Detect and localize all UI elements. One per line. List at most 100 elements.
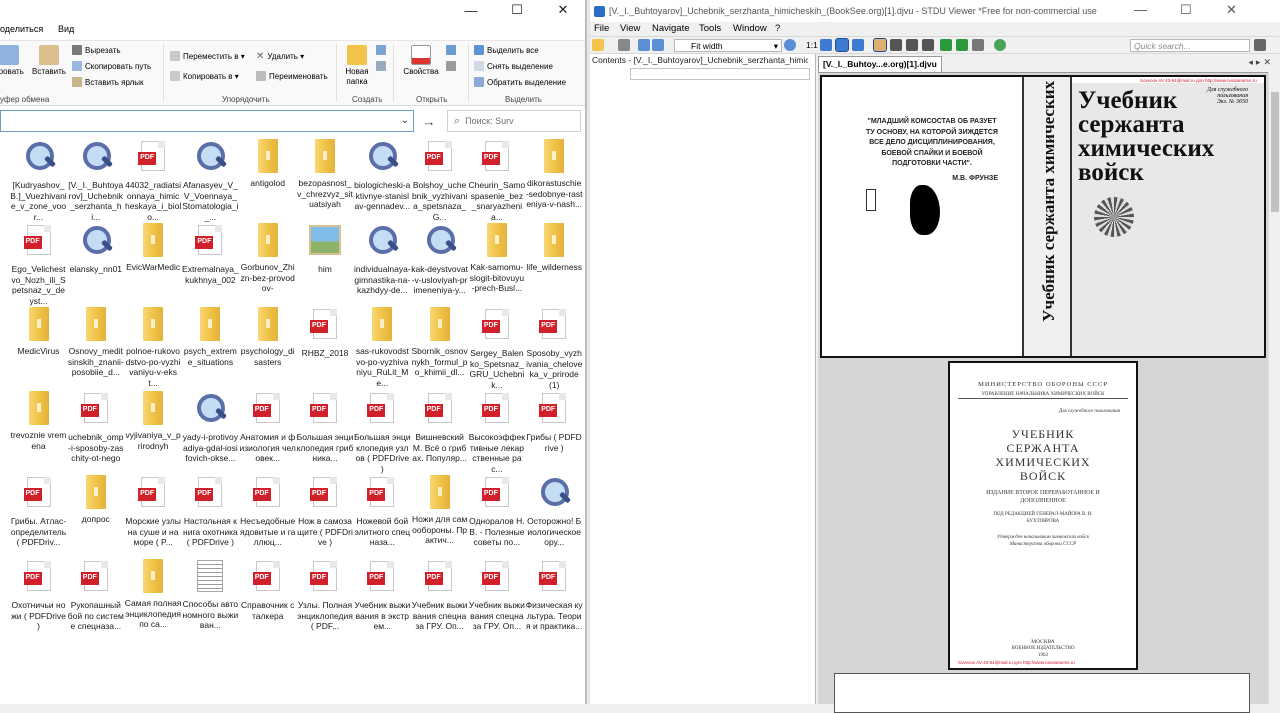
file-item[interactable]: biologicheski-aktivnye-stanislav-gennade… [354, 138, 411, 212]
file-item[interactable]: PDF Несъедобные ядовитые и галлюц... [239, 474, 296, 548]
file-item[interactable]: dikorastuschie-sedobnye-rasteniya-v-nash… [526, 138, 583, 210]
file-item[interactable]: Gorbunov_Zhizn-bez-provodov- [239, 222, 296, 294]
file-item[interactable]: PDF Рукопашный бой по системе спецназа... [67, 558, 124, 632]
page-next-icon[interactable] [652, 39, 664, 51]
tab-scroll-left-icon[interactable]: ◂ [1248, 57, 1256, 67]
copy-to-button[interactable]: Копировать в ▾ [170, 71, 239, 81]
menu-window[interactable]: Window [733, 23, 767, 34]
find-next-icon[interactable] [1254, 39, 1266, 51]
new-item-button[interactable] [376, 45, 386, 55]
file-item[interactable]: Ножи для самообороны. Практич... [411, 474, 468, 546]
cut-button[interactable]: Вырезать [72, 45, 121, 55]
file-item[interactable]: MedicVirus [10, 306, 67, 357]
hand-tool-icon[interactable] [873, 38, 887, 52]
maximize-button[interactable]: ☐ [1180, 2, 1192, 18]
open-button[interactable] [446, 45, 456, 55]
menu-navigate[interactable]: Navigate [652, 23, 690, 34]
file-item[interactable]: PDF Физическая культура. Теория и практик… [526, 558, 583, 632]
minimize-button[interactable]: — [448, 0, 494, 20]
file-item[interactable]: PDF Cheurin_Samospasenie_bez_snaryazhenia… [468, 138, 525, 222]
invert-selection-button[interactable]: Обратить выделение [474, 77, 566, 87]
select-none-button[interactable]: Снять выделение [474, 61, 553, 71]
search-input[interactable]: Поиск: Surv [465, 116, 513, 126]
file-item[interactable]: Способы автономного выживан... [182, 558, 239, 631]
file-item[interactable]: life_wilderness [526, 222, 583, 273]
file-item[interactable]: PDF uchebnik_omp-i-sposoby-zaschity-ot-ne… [67, 390, 124, 464]
paste-shortcut-button[interactable]: Вставить ярлык [72, 77, 144, 87]
file-item[interactable]: trevoznie vremena [10, 390, 67, 451]
search-box[interactable]: ⌕ Поиск: Surv [447, 110, 581, 132]
close-button[interactable]: ✕ [540, 0, 585, 20]
file-item[interactable]: PDF Грибы. Атлас-определитель ( PDFDriv..… [10, 474, 67, 548]
menu-tools[interactable]: Tools [699, 23, 721, 34]
tab-view[interactable]: Вид [58, 24, 74, 34]
fit-width-icon[interactable] [835, 38, 849, 52]
file-item[interactable]: PDF Sposoby_vyzhivania_cheloveka_v_prirod… [526, 306, 583, 390]
zoom-in-icon[interactable] [784, 39, 796, 51]
file-item[interactable]: Afanasyev_V_V_Voennaya_Stomatologia_i_..… [182, 138, 239, 222]
file-item[interactable]: elansky_nn01 [67, 222, 124, 275]
file-item[interactable]: antigolod [239, 138, 296, 189]
select-text-icon[interactable] [890, 39, 902, 51]
file-item[interactable]: him [297, 222, 354, 275]
file-item[interactable]: PDF Морские узлы на суше и на море ( P... [125, 474, 182, 548]
file-item[interactable]: PDF Bolshoy_uchebnik_vyzhivania_spetsnaza… [411, 138, 468, 222]
maximize-button[interactable]: ☐ [494, 0, 540, 20]
easy-access-button[interactable] [376, 61, 386, 71]
file-item[interactable]: допрос [67, 474, 124, 525]
file-item[interactable]: vyjivaniya_v_prirodnyh [125, 390, 182, 451]
back-icon[interactable] [940, 39, 952, 51]
file-item[interactable]: PDF Грибы ( PDFDrive ) [526, 390, 583, 453]
snapshot-icon[interactable] [922, 39, 934, 51]
file-item[interactable]: PDF Справочник сталкера [239, 558, 296, 621]
contents-search-field[interactable] [630, 68, 810, 80]
quick-search-input[interactable]: Quick search... [1130, 39, 1250, 52]
scrollbar-thumb[interactable] [1271, 92, 1279, 212]
move-to-button[interactable]: Переместить в ▾ [170, 51, 245, 61]
file-item[interactable]: psychology_disasters [239, 306, 296, 367]
edit-button[interactable] [446, 61, 456, 71]
file-item[interactable]: PDF Узлы. Полная энциклопедия ( PDF... [297, 558, 354, 632]
chevron-down-icon[interactable]: ⌄ [401, 115, 409, 126]
menu-file[interactable]: File [594, 23, 609, 34]
forward-icon[interactable] [956, 39, 968, 51]
file-item[interactable]: kak-deystvovat-v-usloviyah-primeneniya-y… [411, 222, 468, 296]
fit-page-icon[interactable] [820, 39, 832, 51]
globe-icon[interactable] [994, 39, 1006, 51]
select-all-button[interactable]: Выделить все [474, 45, 539, 55]
file-item[interactable]: PDF Ножевой бой элитного спецназа... [354, 474, 411, 548]
vertical-scrollbar[interactable] [1268, 72, 1280, 704]
file-item[interactable]: PDF Учебник выживания спецназа ГРУ. Оп... [468, 558, 525, 632]
minimize-button[interactable]: — [1134, 2, 1147, 17]
menu-help[interactable]: ? [775, 23, 780, 34]
menu-view[interactable]: View [620, 23, 640, 34]
file-item[interactable]: PDF Extremalnaya_kukhnya_002 [182, 222, 239, 285]
file-item[interactable]: Самая полная энциклопедия по са... [125, 558, 182, 630]
file-item[interactable]: EvicWarMedic [125, 222, 182, 273]
zoom-mode-select[interactable]: Fit width ▾ [674, 39, 782, 52]
close-button[interactable]: ✕ [1226, 2, 1237, 18]
file-item[interactable]: PDF Ego_Velichestvo_Nozh_ili_Spetsnaz_v_d… [10, 222, 67, 306]
document-view[interactable]: "МЛАДШИЙ КОМСОСТАВ ОБ РАЗУЕТ ТУ ОСНОВУ, … [818, 72, 1268, 713]
select-image-icon[interactable] [906, 39, 918, 51]
document-tab[interactable]: [V._I._Buhtoy...e.org)[1].djvu [818, 56, 942, 72]
file-item[interactable]: PDF Учебник выживания спецназа ГРУ. Оп... [411, 558, 468, 632]
rename-button[interactable]: Переименовать [256, 71, 328, 81]
paste-button[interactable]: Вставить [26, 45, 72, 77]
file-item[interactable]: PDF Большая энциклопедия узлов ( PDFDrive… [354, 390, 411, 474]
file-item[interactable]: sas-rukovodstvo-po-vyzhivaniyu_RuLit_Me.… [354, 306, 411, 388]
file-item[interactable]: PDF Учебник выживания в экстрем... [354, 558, 411, 632]
file-item[interactable]: polnoe-rukovodstvo-po-vyzhivaniyu-v-ekst… [125, 306, 182, 388]
go-forward-button[interactable]: → [418, 110, 440, 132]
tab-navigation[interactable]: ◂▸✕ [1248, 57, 1274, 68]
contents-tab[interactable]: Contents - [V._I._Buhtoyarov]_Uchebnik_s… [592, 54, 808, 66]
file-item[interactable]: PDF Большая энциклопедия грибника... [297, 390, 354, 464]
file-item[interactable]: PDF Вишневский М. Всё о грибах. Популяр..… [411, 390, 468, 464]
file-item[interactable]: PDF RHBZ_2018 [297, 306, 354, 359]
page-prev-icon[interactable] [638, 39, 650, 51]
copy-icon[interactable] [972, 39, 984, 51]
file-item[interactable]: Осторожно! Биологическое ору... [526, 474, 583, 548]
file-item[interactable]: PDF Охотничьи ножи ( PDFDrive ) [10, 558, 67, 632]
file-item[interactable]: PDF Нож в самозащите ( PDFDrive ) [297, 474, 354, 548]
address-bar[interactable]: ⌄ [0, 110, 414, 132]
